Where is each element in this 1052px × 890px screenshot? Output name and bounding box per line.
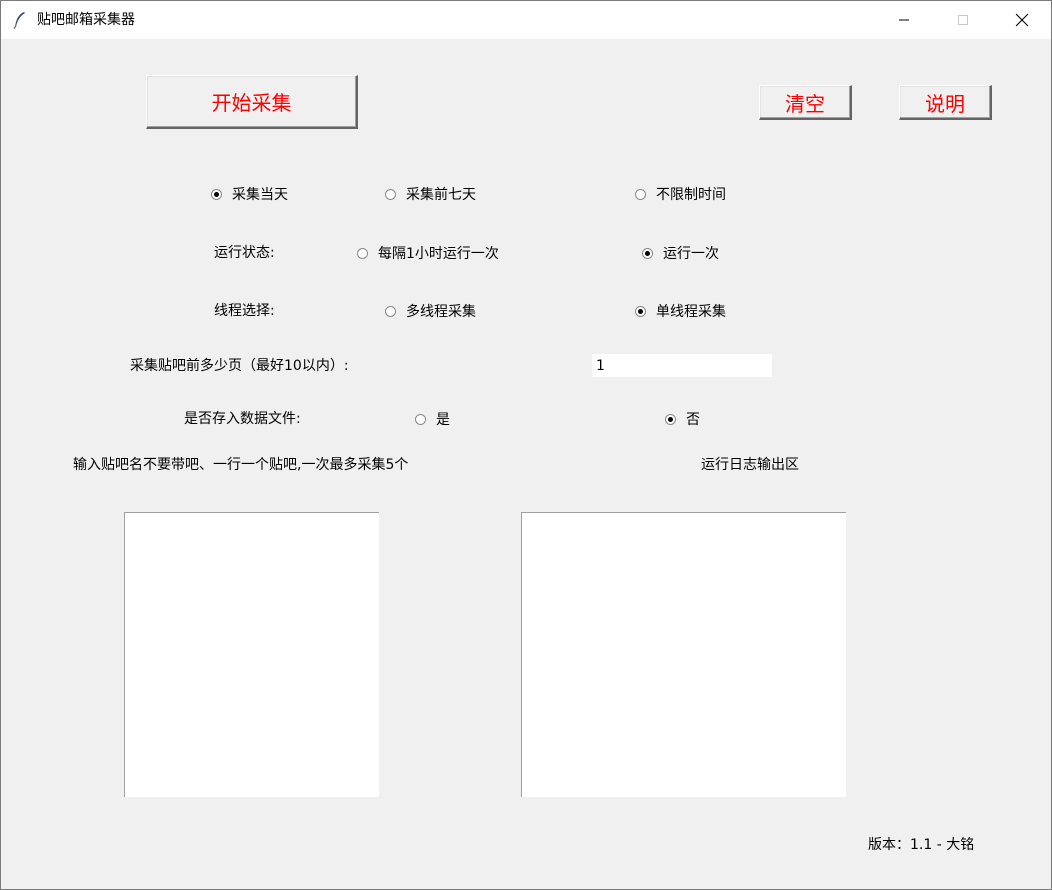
start-collect-button[interactable]: 开始采集 <box>146 75 358 129</box>
title-bar: 贴吧邮箱采集器 <box>1 1 1051 39</box>
radio-multi-thread[interactable]: 多线程采集 <box>385 301 476 321</box>
pages-input[interactable] <box>592 354 772 377</box>
radio-indicator <box>635 188 646 200</box>
close-icon <box>1015 13 1029 27</box>
app-window: 贴吧邮箱采集器 开始采集 清空 说明 采集当天 采集前七天 不限制时间 运行状态… <box>0 0 1052 890</box>
help-button[interactable]: 说明 <box>899 85 992 120</box>
run-mode-label: 运行状态: <box>214 245 275 261</box>
radio-run-once[interactable]: 运行一次 <box>642 243 719 263</box>
radio-indicator <box>357 247 368 259</box>
radio-label: 单线程采集 <box>656 304 726 320</box>
save-file-label: 是否存入数据文件: <box>184 411 301 427</box>
radio-indicator <box>415 413 426 425</box>
maximize-button[interactable] <box>934 1 992 39</box>
radio-label: 不限制时间 <box>656 187 726 203</box>
radio-indicator <box>642 247 653 259</box>
radio-past-seven-days[interactable]: 采集前七天 <box>385 184 476 204</box>
pages-label: 采集贴吧前多少页（最好10以内）: <box>130 358 349 374</box>
minimize-button[interactable] <box>875 1 933 39</box>
radio-label: 采集前七天 <box>406 187 476 203</box>
radio-label: 多线程采集 <box>406 304 476 320</box>
radio-label: 运行一次 <box>663 246 719 262</box>
radio-label: 每隔1小时运行一次 <box>378 246 499 262</box>
radio-label: 采集当天 <box>232 187 288 203</box>
radio-indicator <box>211 188 222 200</box>
radio-label: 是 <box>436 412 450 428</box>
radio-indicator <box>665 413 676 425</box>
window-title: 贴吧邮箱采集器 <box>37 12 135 28</box>
feather-icon <box>13 12 25 29</box>
radio-indicator <box>635 305 646 317</box>
thread-mode-label: 线程选择: <box>214 303 275 319</box>
maximize-icon <box>958 15 968 25</box>
radio-save-yes[interactable]: 是 <box>415 409 450 429</box>
radio-indicator <box>385 305 396 317</box>
log-area-label: 运行日志输出区 <box>701 457 799 473</box>
radio-no-time-limit[interactable]: 不限制时间 <box>635 184 726 204</box>
minimize-icon <box>899 19 909 21</box>
radio-label: 否 <box>686 412 700 428</box>
radio-today[interactable]: 采集当天 <box>211 184 288 204</box>
radio-single-thread[interactable]: 单线程采集 <box>635 301 726 321</box>
clear-button[interactable]: 清空 <box>759 85 852 120</box>
version-label: 版本：1.1 - 大铭 <box>868 837 975 853</box>
radio-hourly[interactable]: 每隔1小时运行一次 <box>357 243 499 263</box>
tieba-names-textarea[interactable] <box>124 512 379 797</box>
close-button[interactable] <box>993 1 1051 39</box>
radio-save-no[interactable]: 否 <box>665 409 700 429</box>
log-output-textarea[interactable] <box>521 512 846 797</box>
radio-indicator <box>385 188 396 200</box>
input-area-label: 输入贴吧名不要带吧、一行一个贴吧,一次最多采集5个 <box>73 457 409 473</box>
